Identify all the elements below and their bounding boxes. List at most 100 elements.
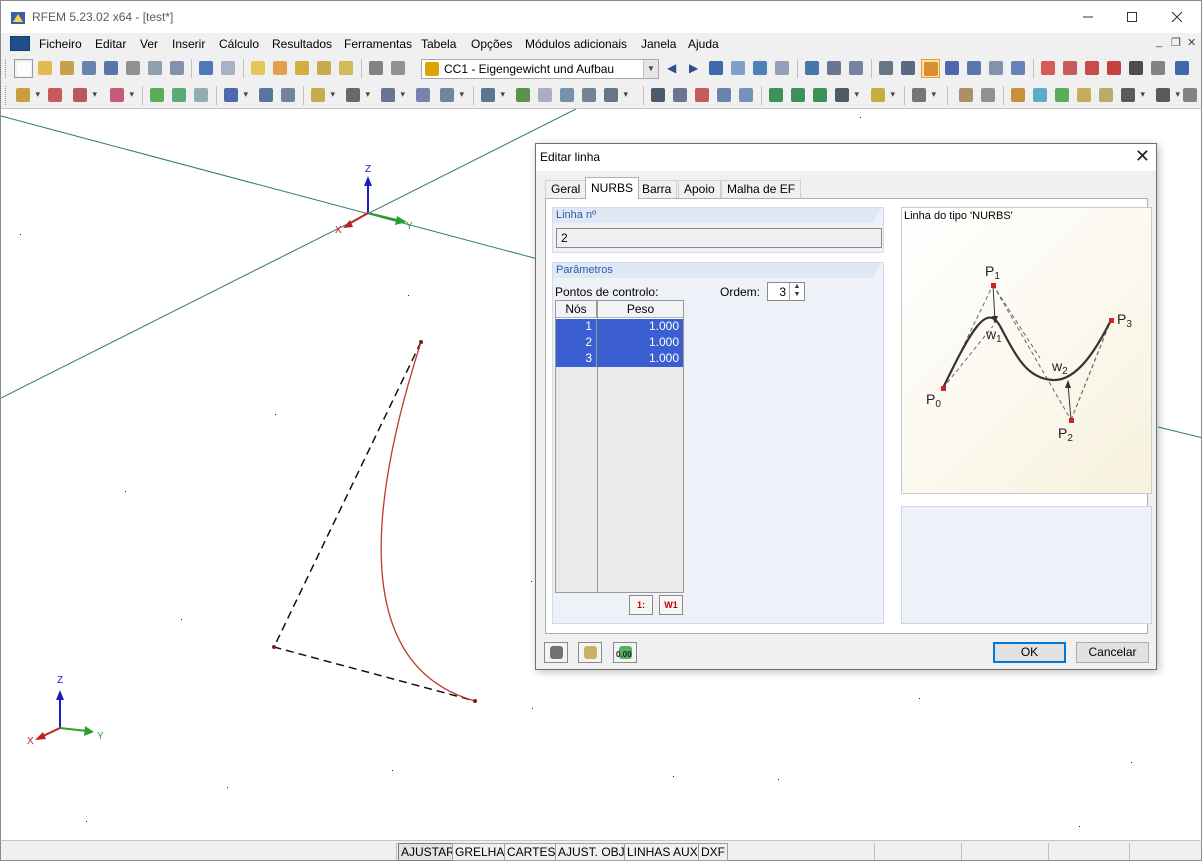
menu-modulos-adicionais[interactable]: Módulos adicionais: [525, 37, 627, 51]
tab-apoio[interactable]: Apoio: [678, 180, 721, 199]
close-window-button[interactable]: [1154, 1, 1200, 33]
calculate-icon[interactable]: [479, 86, 505, 105]
table-view-icon[interactable]: [389, 59, 408, 78]
edit-notes-icon[interactable]: [578, 642, 602, 663]
table-icon[interactable]: [367, 59, 386, 78]
opening-icon[interactable]: [279, 86, 298, 105]
lock-icon[interactable]: [1127, 59, 1146, 78]
menu-tabela[interactable]: Tabela: [421, 37, 456, 51]
tab-malha-de-ef[interactable]: Malha de EF: [721, 180, 802, 199]
layers-icon[interactable]: [1119, 86, 1145, 105]
values-icon[interactable]: [729, 59, 748, 78]
menu-ficheiro[interactable]: Ficheiro: [39, 37, 82, 51]
next-load-case-icon[interactable]: ▶: [689, 61, 698, 75]
grid-points-icon[interactable]: [899, 59, 918, 78]
arc-icon[interactable]: [108, 86, 134, 105]
minimize-button[interactable]: [1065, 1, 1111, 33]
open-project-icon[interactable]: [58, 59, 77, 78]
cut-icon[interactable]: [1075, 86, 1094, 105]
view-iso-icon[interactable]: [715, 86, 734, 105]
open-folder-icon[interactable]: [36, 59, 55, 78]
load-icon[interactable]: [309, 86, 335, 105]
dimension-line-icon[interactable]: [957, 86, 976, 105]
imperfection-icon[interactable]: [414, 86, 433, 105]
member-icon[interactable]: [148, 86, 167, 105]
show-results-icon[interactable]: [751, 59, 770, 78]
measure-icon[interactable]: [1097, 86, 1116, 105]
support-icon[interactable]: [222, 86, 248, 105]
print-icon[interactable]: [146, 59, 165, 78]
view-minus-x-icon[interactable]: [833, 86, 859, 105]
results-icon[interactable]: [707, 59, 726, 78]
mdi-close-icon[interactable]: ✕: [1187, 36, 1196, 49]
menu-editar[interactable]: Editar: [95, 37, 126, 51]
cancel-button[interactable]: Cancelar: [1076, 642, 1149, 663]
member-load-icon[interactable]: [344, 86, 370, 105]
menu-resultados[interactable]: Resultados: [272, 37, 332, 51]
hinge-icon[interactable]: [257, 86, 276, 105]
print-graphic-icon[interactable]: [168, 59, 187, 78]
ok-button[interactable]: OK: [993, 642, 1066, 663]
new-file-icon[interactable]: [14, 59, 33, 78]
maximize-button[interactable]: [1109, 1, 1155, 33]
view-z-icon[interactable]: [811, 86, 830, 105]
report-icon[interactable]: [124, 59, 143, 78]
weight-cell[interactable]: 1.000: [598, 319, 683, 335]
polyline-icon[interactable]: [71, 86, 97, 105]
undo-icon[interactable]: [197, 59, 216, 78]
set-weights-button[interactable]: W1: [659, 595, 683, 615]
info-icon[interactable]: [1149, 59, 1168, 78]
control-point-2[interactable]: [272, 645, 276, 649]
status-ajustar-button[interactable]: AJUSTAR: [398, 843, 458, 861]
table-row[interactable]: 1 1.000: [556, 319, 683, 335]
search-zoom-icon[interactable]: [271, 59, 290, 78]
surface-load-icon[interactable]: [379, 86, 405, 105]
table-row[interactable]: 3 1.000: [556, 351, 683, 367]
model-check-icon[interactable]: [536, 86, 555, 105]
line-icon[interactable]: [46, 86, 65, 105]
view-x-icon[interactable]: [767, 86, 786, 105]
weight-cell[interactable]: 1.000: [598, 351, 683, 367]
plane-icon[interactable]: [1031, 86, 1050, 105]
document-icon[interactable]: [10, 36, 30, 51]
mesh-icon[interactable]: [847, 59, 866, 78]
dialog-close-icon[interactable]: ✕: [1135, 146, 1150, 167]
node-icon[interactable]: [14, 86, 40, 105]
mdi-restore-icon[interactable]: ❐: [1171, 36, 1181, 49]
comment-icon[interactable]: [979, 86, 998, 105]
section-icon[interactable]: [825, 59, 844, 78]
display-icon[interactable]: [910, 86, 936, 105]
load-case-select[interactable]: CC1 - Eigengewicht und Aufbau ▼: [421, 59, 659, 79]
view-model-icon[interactable]: [965, 59, 984, 78]
view-3d-icon[interactable]: [737, 86, 756, 105]
stepper-arrows-icon[interactable]: ▲ ▼: [789, 283, 804, 300]
sort-nodes-button[interactable]: 1:: [629, 595, 653, 615]
view-wire-icon[interactable]: [1009, 59, 1028, 78]
zoom-window-icon[interactable]: [671, 86, 690, 105]
menu-ver[interactable]: Ver: [140, 37, 158, 51]
menu-calculo[interactable]: Cálculo: [219, 37, 259, 51]
menu-opcoes[interactable]: Opções: [471, 37, 512, 51]
deformation-icon[interactable]: [803, 59, 822, 78]
section-plane-icon[interactable]: [1053, 86, 1072, 105]
control-point-3[interactable]: [473, 699, 477, 703]
free-load-icon[interactable]: [438, 86, 464, 105]
tab-geral[interactable]: Geral: [545, 180, 587, 199]
table-row[interactable]: 2 1.000: [556, 335, 683, 351]
menu-ferramentas[interactable]: Ferramentas: [344, 37, 412, 51]
mesh-refine-icon[interactable]: [514, 86, 533, 105]
mirror-icon[interactable]: [1083, 59, 1102, 78]
tab-barra[interactable]: Barra: [636, 180, 678, 199]
save-icon[interactable]: [102, 59, 121, 78]
more-tools-icon[interactable]: [1181, 86, 1200, 105]
status-linhas-aux-button[interactable]: LINHAS AUX.: [624, 843, 705, 861]
zoom-all-icon[interactable]: [649, 86, 668, 105]
chevron-down-icon[interactable]: ▼: [643, 60, 658, 78]
move-icon[interactable]: [315, 59, 334, 78]
number-format-button[interactable]: 0.00: [613, 642, 637, 663]
status-dxf-button[interactable]: DXF: [698, 843, 728, 861]
control-point-1[interactable]: [419, 340, 423, 344]
status-ajust-obj-button[interactable]: AJUST. OBJ.: [555, 843, 632, 861]
status-grelha-button[interactable]: GRELHA: [452, 843, 508, 861]
help-icon[interactable]: [544, 642, 568, 663]
